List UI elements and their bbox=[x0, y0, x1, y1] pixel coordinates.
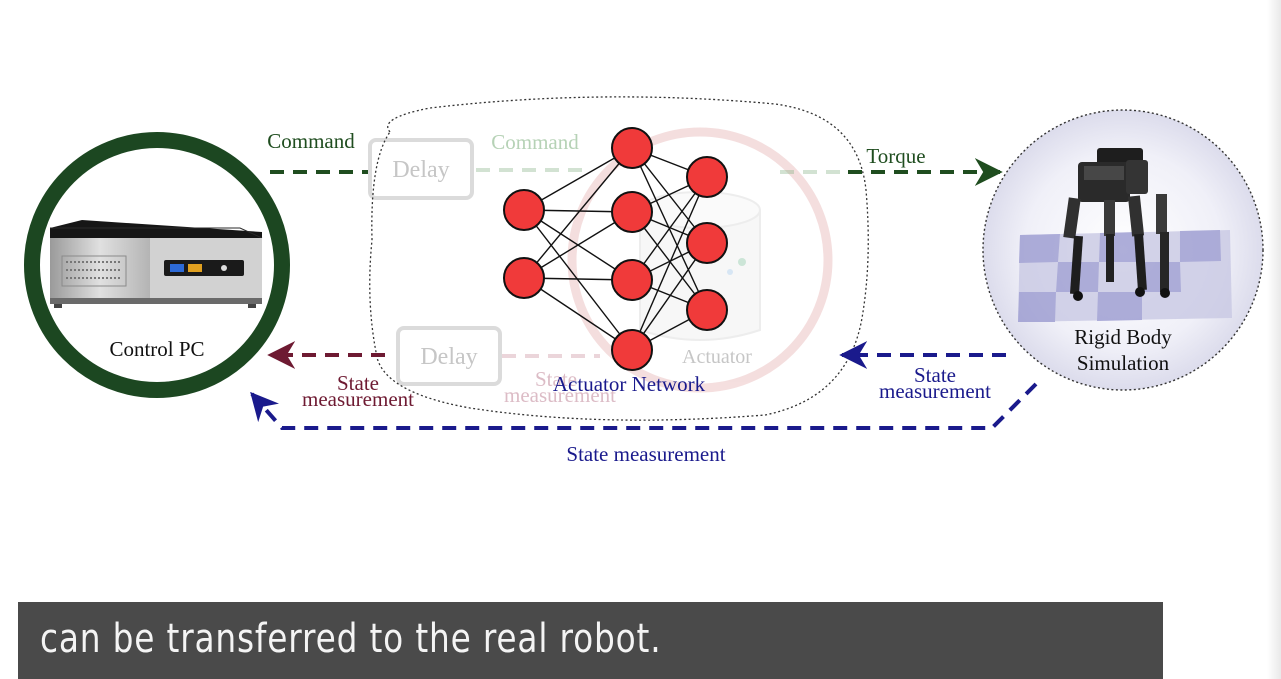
caption-text: can be transferred to the real robot. bbox=[40, 616, 662, 662]
frame-edge bbox=[1267, 0, 1281, 679]
input-node bbox=[503, 257, 545, 299]
rigid-body-label-line2: Simulation bbox=[1077, 351, 1170, 375]
output-node bbox=[686, 289, 728, 331]
control-pc-label: Control PC bbox=[109, 337, 204, 361]
rigid-body-label-line1: Rigid Body bbox=[1074, 325, 1172, 349]
command-label: Command bbox=[267, 129, 355, 153]
hidden-node bbox=[611, 259, 653, 301]
hidden-node bbox=[611, 329, 653, 371]
input-node bbox=[503, 189, 545, 231]
faded-delay-top-label: Delay bbox=[392, 157, 449, 183]
caption-bar: can be transferred to the real robot. bbox=[18, 602, 1163, 679]
state-right-label-line2: measurement bbox=[879, 379, 991, 403]
hidden-node bbox=[611, 191, 653, 233]
diagram-canvas: Control PC Rigid Body Simulation Delay D… bbox=[24, 96, 1264, 466]
state-left-label-line2: measurement bbox=[302, 387, 414, 411]
faded-command-label: Command bbox=[491, 130, 579, 154]
actuator-network-label: Actuator Network bbox=[553, 372, 706, 396]
torque-label: Torque bbox=[866, 144, 925, 168]
output-node bbox=[686, 156, 728, 198]
faded-delay-bottom-label: Delay bbox=[420, 344, 477, 370]
output-node bbox=[686, 222, 728, 264]
mini-pc-icon bbox=[50, 220, 263, 308]
rigid-body-simulation-node: Rigid Body Simulation bbox=[982, 109, 1264, 391]
state-bottom-label: State measurement bbox=[566, 442, 725, 466]
checkered-floor bbox=[1018, 230, 1232, 322]
hidden-node bbox=[611, 127, 653, 169]
faded-actuator-label: Actuator bbox=[682, 346, 752, 368]
control-pc-node: Control PC bbox=[24, 132, 290, 398]
